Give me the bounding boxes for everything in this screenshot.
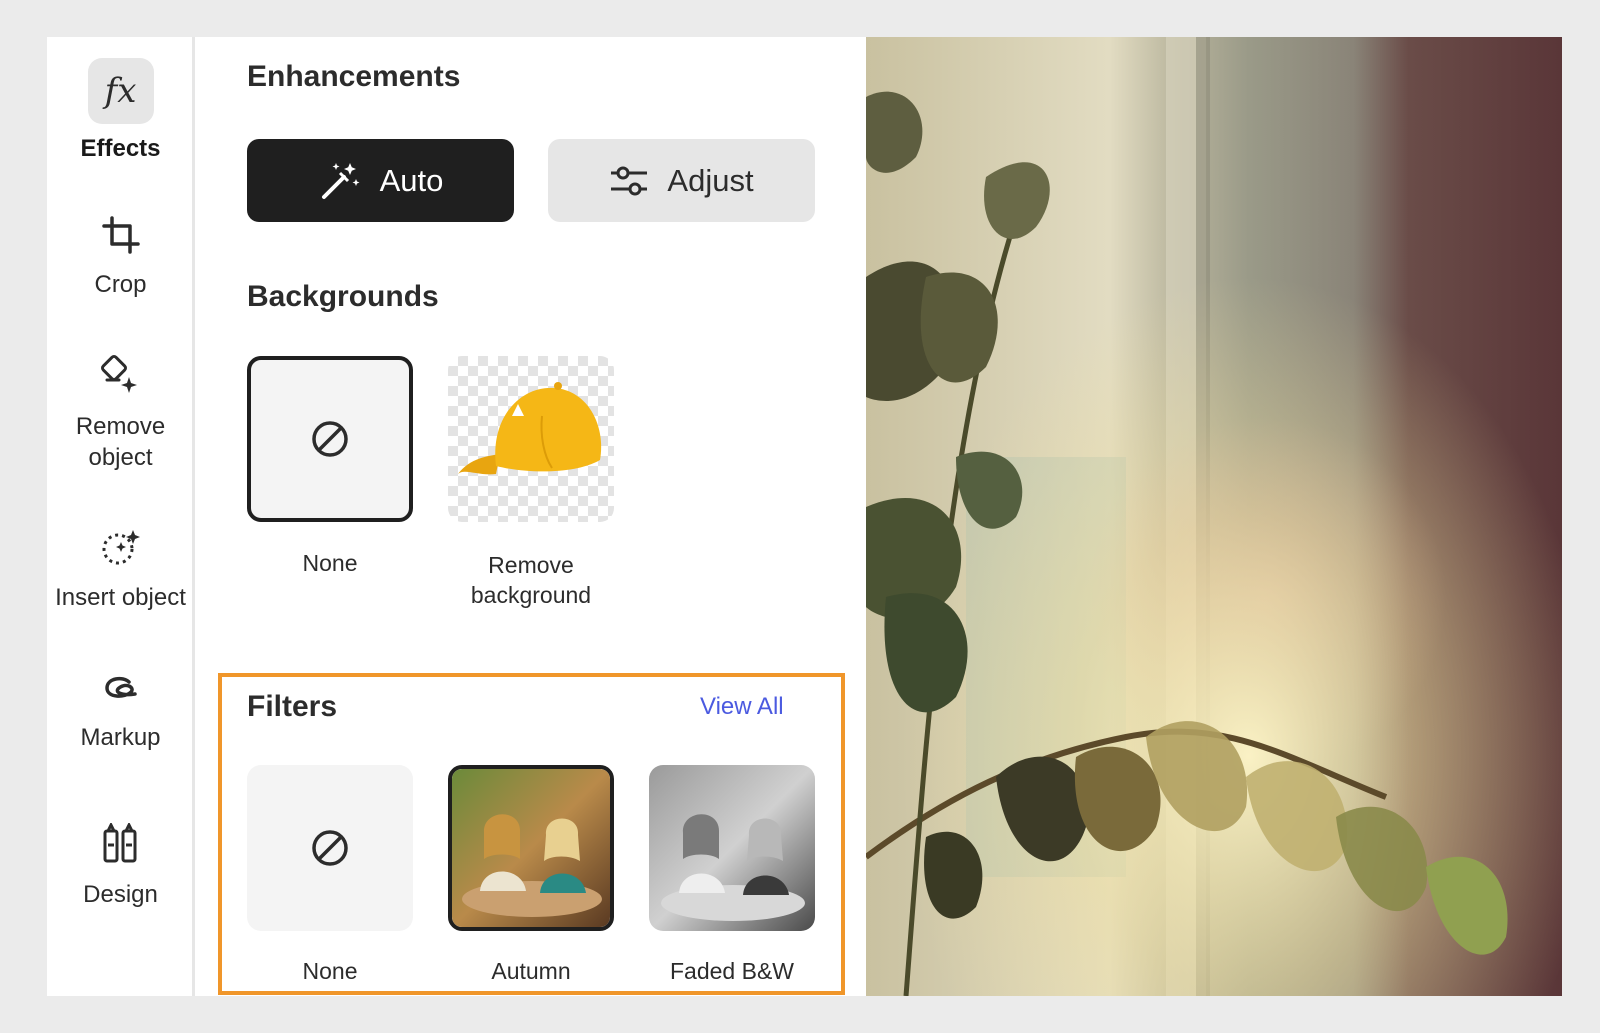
plant-photo — [866, 37, 1562, 996]
filter-faded-bw-label: Faded B&W — [670, 958, 794, 984]
backgrounds-title: Backgrounds — [247, 280, 439, 313]
crop-icon — [101, 216, 140, 254]
enhancements-title: Enhancements — [247, 60, 461, 93]
auto-button[interactable]: Auto — [247, 139, 514, 222]
rail-label-markup: Markup — [80, 724, 161, 751]
rail-item-markup[interactable]: Markup — [47, 668, 194, 753]
rail-item-effects[interactable]: fx Effects — [47, 58, 194, 164]
rail-item-insert-object[interactable]: Insert object — [47, 526, 194, 613]
rail-item-remove-object[interactable]: Remove object — [47, 355, 194, 473]
magic-wand-icon — [321, 162, 360, 199]
rail-item-design[interactable]: Design — [47, 823, 194, 910]
background-none-tile[interactable] — [247, 356, 413, 522]
insert-object-icon — [102, 530, 140, 565]
filter-autumn-tile[interactable] — [448, 765, 614, 931]
filter-none-tile[interactable] — [247, 765, 413, 931]
rail-item-crop[interactable]: Crop — [47, 215, 194, 300]
photo-canvas[interactable] — [866, 37, 1562, 996]
design-icon — [103, 823, 136, 863]
remove-background-label: Remove background — [470, 552, 592, 608]
remove-background-tile[interactable] — [448, 356, 614, 522]
remove-object-icon — [100, 355, 137, 393]
none-icon — [312, 421, 348, 457]
sliders-icon — [611, 166, 648, 195]
adjust-button[interactable]: Adjust — [548, 139, 815, 222]
rail-label-effects: Effects — [80, 135, 161, 162]
adjust-button-label: Adjust — [667, 162, 754, 198]
filter-none-label: None — [302, 958, 358, 984]
filter-autumn-label: Autumn — [491, 958, 571, 984]
none-icon — [312, 830, 348, 866]
rail-label-insert-object: Insert object — [55, 584, 186, 611]
fx-icon: fx — [87, 58, 154, 124]
markup-icon — [104, 676, 137, 698]
filters-title: Filters — [247, 690, 338, 723]
filter-faded-bw-tile[interactable] — [649, 765, 815, 931]
rail-label-design: Design — [83, 881, 158, 908]
background-none-label: None — [302, 550, 358, 576]
rail-label-remove-object: Remove object — [75, 413, 166, 471]
rail-label-crop: Crop — [94, 271, 147, 298]
view-all-link[interactable]: View All — [700, 693, 784, 721]
auto-button-label: Auto — [379, 162, 444, 198]
cap-thumbnail-icon — [458, 382, 602, 475]
faded-bw-thumbnail-icon — [649, 765, 815, 931]
autumn-thumbnail-icon — [452, 769, 610, 927]
